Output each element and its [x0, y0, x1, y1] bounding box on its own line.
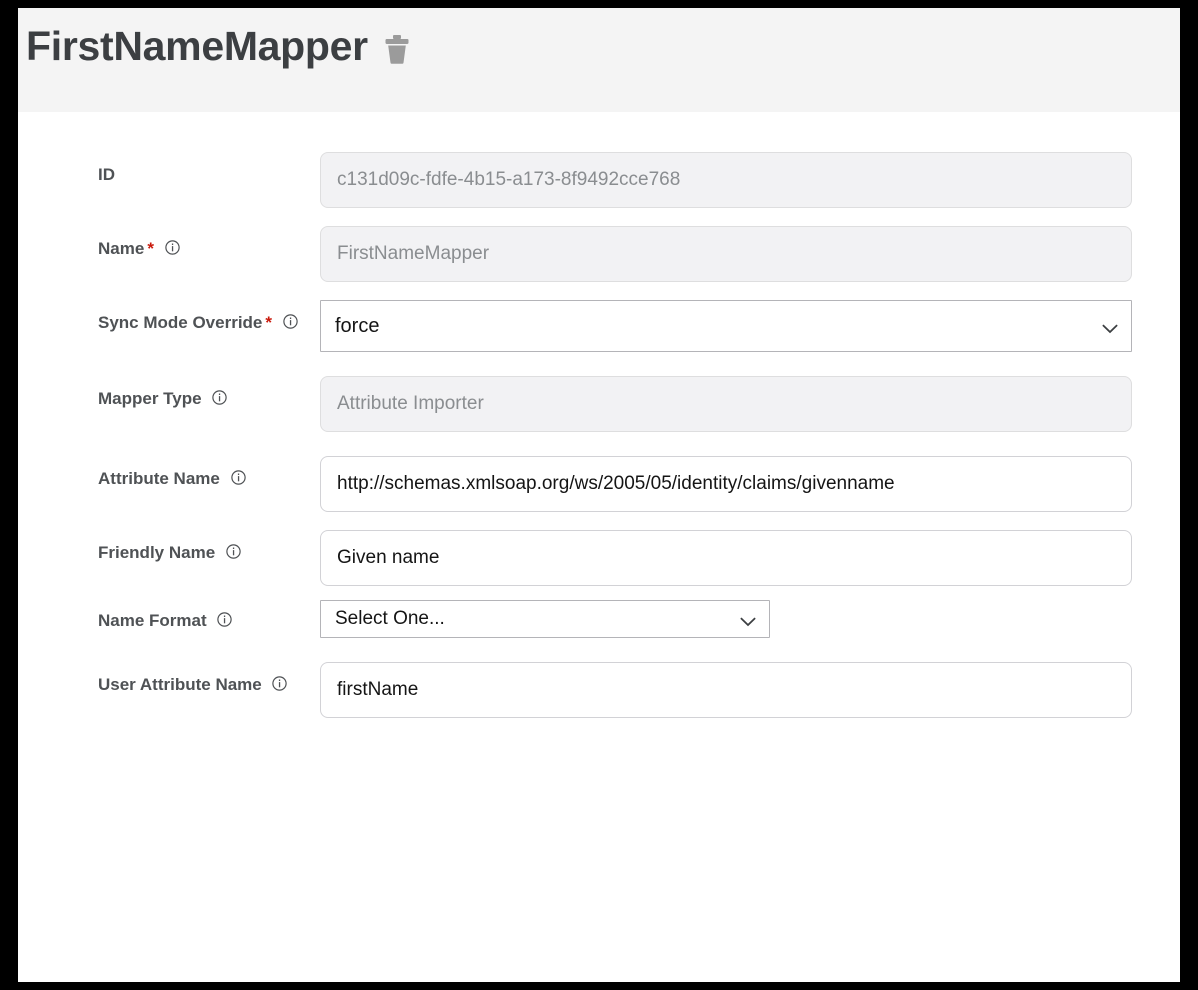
required-marker-name: * [147, 239, 154, 258]
control-name-format: Select One... [320, 598, 1180, 638]
control-attribute-name [320, 450, 1180, 512]
label-sync-mode-override-text: Sync Mode Override [98, 313, 263, 332]
label-name: Name * [26, 220, 320, 262]
sync-mode-override-select[interactable]: force [320, 300, 1132, 352]
control-friendly-name [320, 524, 1180, 586]
friendly-name-input[interactable] [320, 530, 1132, 586]
name-input [320, 226, 1132, 282]
attribute-name-input[interactable] [320, 456, 1132, 512]
label-friendly-name: Friendly Name [26, 524, 320, 566]
info-icon-name[interactable] [164, 240, 180, 255]
label-name-format: Name Format [26, 598, 320, 634]
label-attribute-name-text: Attribute Name [98, 469, 220, 488]
info-icon-friendly-name[interactable] [226, 544, 241, 559]
control-id [320, 146, 1180, 208]
label-user-attribute-name-text: User Attribute Name [98, 675, 262, 694]
label-id: ID [26, 146, 320, 188]
mapper-detail-card: ID Name* [26, 112, 1180, 982]
label-name-format-text: Name Format [98, 611, 207, 630]
control-mapper-type [320, 370, 1180, 432]
sync-mode-override-select-wrap: force [320, 300, 1132, 352]
form-row-attribute-name: Attribute Name [26, 450, 1180, 512]
form-row-sync-mode-override: Sync Mode Override * force [26, 294, 1180, 352]
label-id-text: ID [98, 165, 115, 184]
form-row-id: ID [26, 146, 1180, 208]
id-input [320, 152, 1132, 208]
info-icon-sync-mode-override[interactable] [283, 314, 298, 329]
name-format-select-wrap: Select One... [320, 600, 770, 638]
control-user-attribute-name [320, 656, 1180, 718]
trash-icon[interactable] [384, 34, 410, 64]
label-mapper-type: Mapper Type [26, 370, 320, 412]
form-row-name-format: Name Format Select One... [26, 598, 1180, 642]
label-attribute-name: Attribute Name [26, 450, 320, 492]
control-sync-mode-override: force [320, 294, 1180, 352]
user-attribute-name-input[interactable] [320, 662, 1132, 718]
required-marker-sync-mode: * [265, 313, 273, 332]
label-sync-mode-override: Sync Mode Override * [26, 294, 320, 336]
form-row-name: Name * [26, 220, 1180, 282]
form-row-mapper-type: Mapper Type [26, 370, 1180, 432]
form-row-friendly-name: Friendly Name [26, 524, 1180, 586]
page-title: FirstNameMapper [26, 23, 368, 69]
label-mapper-type-text: Mapper Type [98, 389, 202, 408]
page-title-row: FirstNameMapper [26, 26, 1180, 67]
label-name-text: Name [98, 239, 145, 258]
form-row-user-attribute-name: User Attribute Name [26, 656, 1180, 718]
label-friendly-name-text: Friendly Name [98, 543, 216, 562]
page-header: FirstNameMapper [18, 8, 1180, 112]
label-user-attribute-name: User Attribute Name [26, 656, 320, 698]
mapper-form: ID Name* [26, 134, 1180, 718]
info-icon-name-format[interactable] [217, 612, 233, 627]
name-format-select[interactable]: Select One... [320, 600, 770, 638]
control-name [320, 220, 1180, 282]
mapper-detail-screenshot: FirstNameMapper ID c131d09c-fdfe-4b15-a1… [18, 8, 1180, 982]
info-icon-attribute-name[interactable] [230, 470, 246, 485]
info-icon-user-attribute-name[interactable] [272, 676, 288, 691]
mapper-type-input [320, 376, 1132, 432]
info-icon-mapper-type[interactable] [212, 390, 228, 405]
